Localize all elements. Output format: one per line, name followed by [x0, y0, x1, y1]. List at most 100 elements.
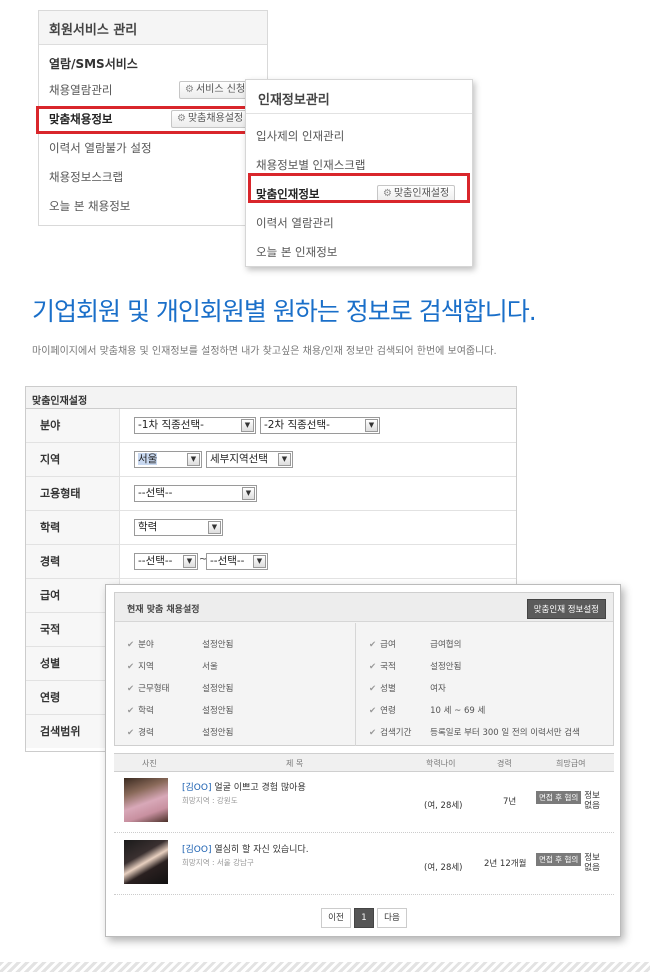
dropdown-arrow-icon: ▼: [183, 555, 196, 568]
checkmark-icon: ✔: [369, 706, 377, 716]
setting-item: ✔ 근무형태 설정안됨: [127, 682, 233, 694]
select-value: --선택--: [138, 555, 173, 567]
setting-key: 경력: [138, 728, 154, 738]
dropdown-arrow-icon: ▼: [187, 453, 200, 466]
form-row-field: 분야 -1차 직종선택- ▼ -2차 직종선택- ▼: [26, 409, 516, 443]
row-label: 분야: [26, 409, 120, 442]
setting-key: 연령: [380, 706, 396, 716]
menu-item-label: 채용열람관리: [49, 83, 113, 97]
profile-photo: [124, 840, 168, 884]
profile-photo: [124, 778, 168, 822]
career-min-select[interactable]: --선택-- ▼: [134, 553, 198, 570]
select-value: --선택--: [138, 487, 173, 499]
resume-title-link[interactable]: [김OO] 얼굴 이쁘고 경험 많아용: [182, 780, 306, 793]
sms-service-heading: 열람/SMS서비스: [49, 57, 138, 71]
checkmark-icon: ✔: [127, 706, 135, 716]
button-label: 서비스 신청: [195, 84, 246, 95]
sub-region-select[interactable]: 세부지역선택 ▼: [206, 451, 293, 468]
select-value: 세부지역선택: [210, 453, 268, 465]
gender-age: (여, 28세): [424, 863, 463, 873]
checkmark-icon: ✔: [369, 640, 377, 650]
talent-settings-button[interactable]: 맞춤인재 정보설정: [526, 599, 606, 619]
salary-extra: 정보 없음: [584, 853, 600, 873]
setting-key: 학력: [138, 706, 154, 716]
setting-item: ✔ 성별 여자: [369, 682, 446, 694]
setting-item: ✔ 경력 설정안됨: [127, 726, 233, 738]
form-row-employment: 고용형태 --선택-- ▼: [26, 477, 516, 511]
footer-divider: [0, 962, 650, 972]
column-header: 희망급여: [556, 759, 586, 768]
desired-location: 희망지역 : 강원도: [182, 796, 238, 805]
current-settings-popup: 현재 맞춤 채용설정 맞춤인재 정보설정 ✔ 분야 설정안됨 ✔ 지역 서울 ✔ 근무형태…: [105, 584, 621, 937]
job-category-2-select[interactable]: -2차 직종선택- ▼: [260, 417, 380, 434]
form-row-region: 지역 서울 ▼ 세부지역선택 ▼: [26, 443, 516, 477]
setting-key: 국적: [380, 662, 396, 672]
table-row[interactable]: [김OO] 열심히 할 자신 있습니다. 희망지역 : 서울 강남구 (여, 2…: [114, 835, 614, 895]
resume-title: 얼굴 이쁘고 경험 많아용: [214, 783, 306, 793]
menu-item-resume-view-management[interactable]: 이력서 열람관리: [246, 209, 472, 238]
current-settings-box: 현재 맞춤 채용설정 맞춤인재 정보설정 ✔ 분야 설정안됨 ✔ 지역 서울 ✔ 근무형태…: [114, 592, 614, 746]
salary-badge: 면접 후 협의: [536, 791, 582, 804]
employment-type-select[interactable]: --선택-- ▼: [134, 485, 257, 502]
menu-item-today-viewed-jobs[interactable]: 오늘 본 채용정보: [39, 192, 267, 221]
select-value: -2차 직종선택-: [264, 419, 330, 431]
table-row[interactable]: [김OO] 얼굴 이쁘고 경험 많아용 희망지역 : 강원도 (여, 28세) …: [114, 773, 614, 833]
checkmark-icon: ✔: [369, 728, 377, 738]
checkmark-icon: ✔: [369, 684, 377, 694]
salary-cell: 면접 후 협의 정보 없음: [536, 791, 602, 811]
dropdown-arrow-icon: ▼: [241, 419, 254, 432]
setting-item: ✔ 급여 급여협의: [369, 638, 461, 650]
setting-item: ✔ 학력 설정안됨: [127, 704, 233, 716]
select-value: 학력: [138, 521, 158, 533]
highlight-box: [248, 173, 470, 203]
dropdown-arrow-icon: ▼: [253, 555, 266, 568]
gear-icon: ⚙: [185, 84, 194, 95]
form-title: 맞춤인재설정: [26, 387, 516, 409]
row-label: 학력: [26, 511, 120, 544]
career: 7년: [503, 797, 517, 807]
career-max-select[interactable]: --선택-- ▼: [206, 553, 268, 570]
menu-item-job-scrap[interactable]: 채용정보스크랩: [39, 163, 267, 192]
form-row-education: 학력 학력 ▼: [26, 511, 516, 545]
setting-value: 10 세 ~ 69 세: [430, 706, 486, 716]
select-value: 서울: [138, 453, 158, 465]
select-value: --선택--: [210, 555, 245, 567]
results-table-header: 사진 제 목 학력나이 경력 희망급여: [114, 753, 614, 772]
setting-key: 지역: [138, 662, 154, 672]
resume-title: 열심히 할 자신 있습니다.: [214, 845, 309, 855]
setting-key: 분야: [138, 640, 154, 650]
setting-item: ✔ 검색기간 등록일로 부터 300 일 전의 이력서만 검색: [369, 726, 580, 738]
next-page-button[interactable]: 다음: [377, 908, 407, 928]
setting-item: ✔ 지역 서울: [127, 660, 218, 672]
setting-key: 급여: [380, 640, 396, 650]
checkmark-icon: ✔: [127, 662, 135, 672]
checkmark-icon: ✔: [127, 640, 135, 650]
menu-item-resume-block[interactable]: 이력서 열람불가 설정: [39, 134, 267, 163]
row-label: 지역: [26, 443, 120, 476]
setting-value: 여자: [430, 684, 446, 694]
setting-value: 급여협의: [430, 640, 462, 650]
current-page-button[interactable]: 1: [354, 908, 374, 928]
form-row-career: 경력 --선택-- ▼ ~ --선택-- ▼: [26, 545, 516, 579]
menu-item-offer-management[interactable]: 입사제의 인재관리: [246, 122, 472, 151]
row-label: 경력: [26, 545, 120, 578]
job-category-1-select[interactable]: -1차 직종선택- ▼: [134, 417, 256, 434]
salary-badge: 면접 후 협의: [536, 853, 582, 866]
menu-item-view-management[interactable]: 채용열람관리 ⚙ 서비스 신청: [39, 76, 269, 105]
region-select[interactable]: 서울 ▼: [134, 451, 202, 468]
setting-value: 설정안됨: [202, 640, 234, 650]
setting-value: 설정안됨: [430, 662, 462, 672]
prev-page-button[interactable]: 이전: [321, 908, 351, 928]
career: 2년 12개월: [484, 859, 527, 869]
menu-item-today-viewed-talent[interactable]: 오늘 본 인재정보: [246, 238, 472, 267]
description: 마이페이지에서 맞춤채용 및 인재정보를 설정하면 내가 찾고싶은 채용/인재 …: [32, 346, 497, 357]
setting-value: 설정안됨: [202, 684, 234, 694]
resume-title-link[interactable]: [김OO] 열심히 할 자신 있습니다.: [182, 842, 309, 855]
candidate-name: [김OO]: [182, 845, 212, 855]
dropdown-arrow-icon: ▼: [365, 419, 378, 432]
setting-item: ✔ 연령 10 세 ~ 69 세: [369, 704, 485, 716]
salary-extra: 정보 없음: [584, 791, 600, 811]
dropdown-arrow-icon: ▼: [208, 521, 221, 534]
education-select[interactable]: 학력 ▼: [134, 519, 223, 536]
dropdown-arrow-icon: ▼: [242, 487, 255, 500]
